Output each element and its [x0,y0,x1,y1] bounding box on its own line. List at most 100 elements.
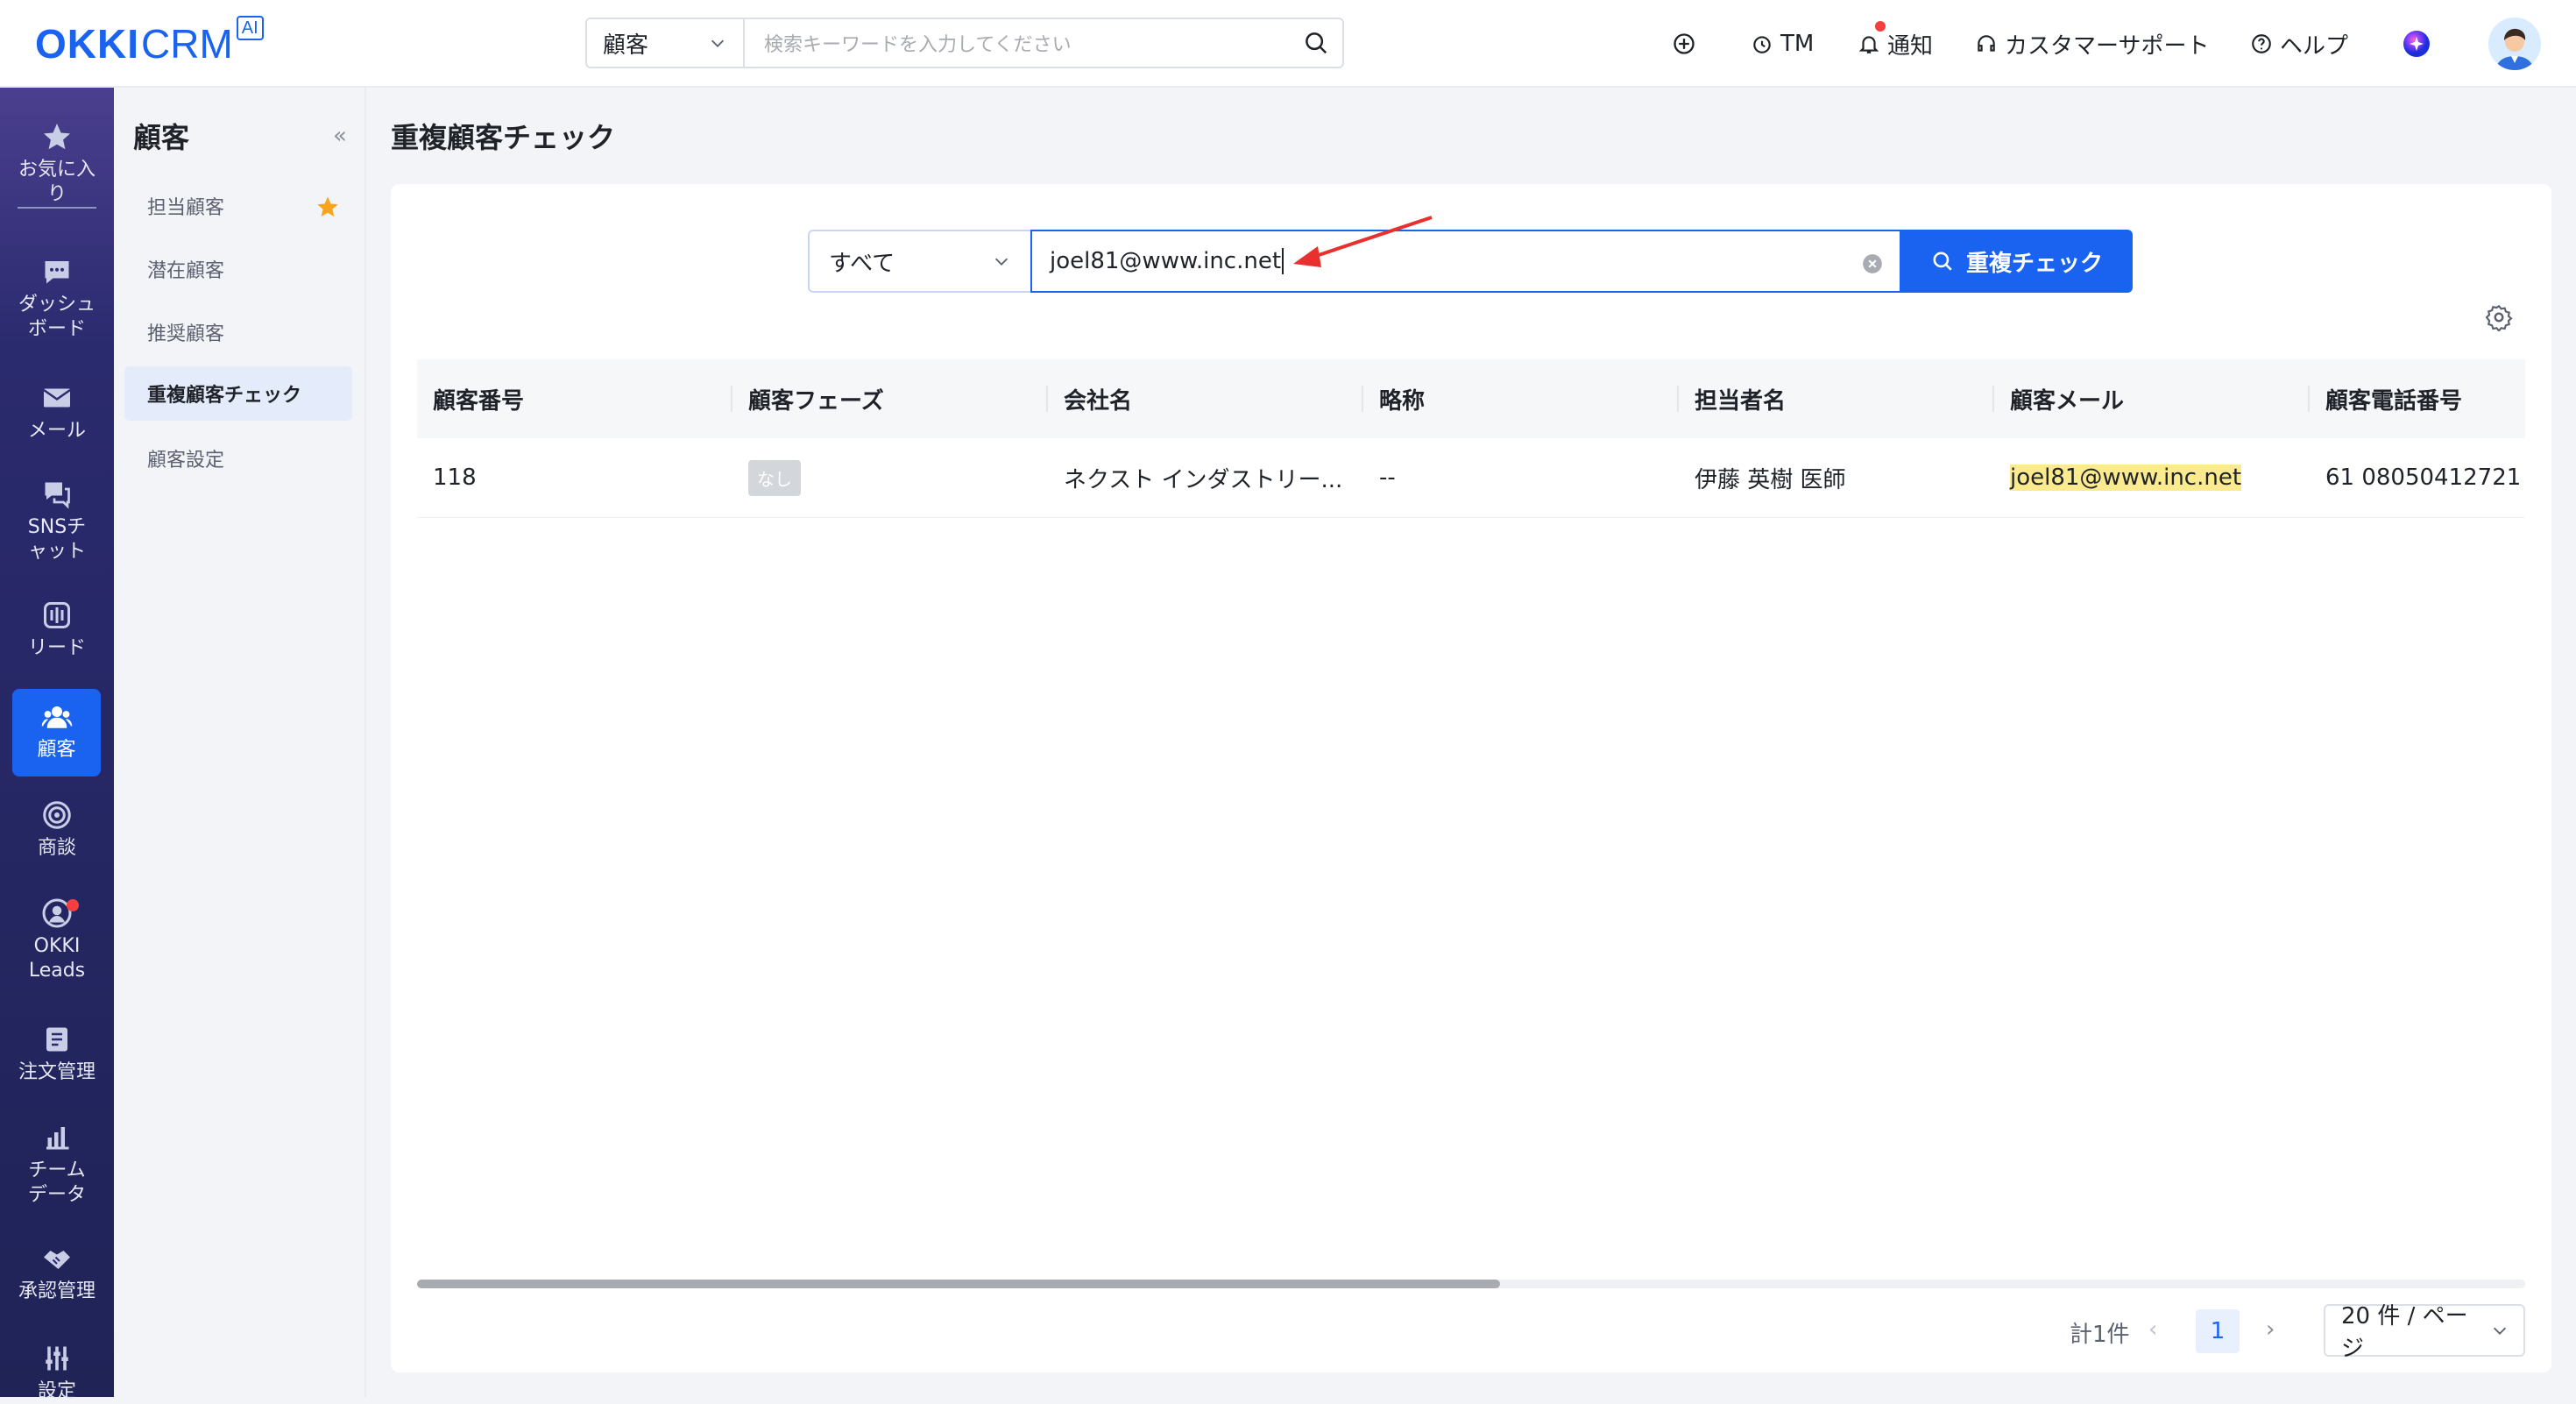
annotation-arrow [1293,216,1433,267]
cell-company-name[interactable]: ネクスト インダストリー... [1048,438,1363,517]
help-label: ヘルプ [2280,32,2349,60]
page-title: 重複顧客チェック [391,121,616,154]
rail-item-sns-chat[interactable]: SNSチャット [0,479,114,564]
subnav-label-potential-customers: 潜在顧客 [147,260,225,282]
table-header-row: 顧客番号 顧客フェーズ 会社名 略称 担当者名 顧客メール 顧客電話番号 [417,359,2525,438]
horizontal-scrollbar[interactable] [417,1280,2525,1288]
email-match-highlight: joel81@www.inc.net [2010,464,2242,491]
pagination-total: 計1件 [2070,1322,2130,1348]
rail-item-customer[interactable]: 顧客 [12,689,101,776]
sns-chat-icon [45,482,70,509]
rail-label-favorites: お気に入り [18,158,96,209]
column-header-customer-phone[interactable]: 顧客電話番号 [2310,359,2525,438]
collapse-sidebar-button[interactable]: « [333,123,347,149]
column-header-customer-email[interactable]: 顧客メール [1994,359,2310,438]
help-button[interactable]: ヘルプ [2250,23,2348,65]
customer-support-button[interactable]: カスタマーサポート [1975,23,2209,65]
rail-label-dashboard: ダッシュボード [18,294,96,340]
search-icon[interactable] [1290,30,1342,56]
rail-item-approval[interactable]: 承認管理 [0,1243,114,1304]
chevron-right-icon[interactable]: › [2266,1316,2275,1343]
okki-leads-notification-dot [67,899,79,911]
rail-item-deals[interactable]: 商談 [0,799,114,861]
rail-item-orders[interactable]: 注文管理 [0,1024,114,1085]
global-search-bar: 顧客 検索キーワードを入力してください [585,18,1344,68]
subnav-item-assigned-customers[interactable]: 担当顧客 [124,179,352,233]
top-bar: OKKI CRM AI 顧客 検索キーワードを入力してください TM 通知 カス… [0,0,2576,88]
add-button[interactable] [1672,23,1703,65]
page-size-select[interactable]: 20 件 / ページ [2324,1303,2525,1362]
column-header-contact-name[interactable]: 担当者名 [1679,359,1994,438]
page-button-current[interactable]: 1 [2196,1309,2240,1353]
column-header-short-name[interactable]: 略称 [1363,359,1679,438]
cell-customer-phase: なし [732,438,1048,517]
rail-item-mail[interactable]: メール [0,382,114,443]
customer-support-label: カスタマーサポート [2005,32,2210,60]
table-row[interactable]: 118 なし ネクスト インダストリー... -- 伊藤 英樹 医師 joel8… [417,438,2525,518]
cell-short-name: -- [1379,464,1396,491]
horizontal-scrollbar-thumb[interactable] [417,1280,1500,1288]
logo-ai-badge: AI [236,16,264,40]
rail-item-team-data[interactable]: チームデータ [0,1122,114,1208]
ai-assistant-button[interactable] [2401,23,2439,65]
rail-label-orders: 注文管理 [18,1061,96,1083]
okki-crm-logo[interactable]: OKKI CRM AI [35,16,264,68]
duplicate-check-card: すべて joel81@www.inc.net 重複チェック 顧客番号 顧客フェー… [391,184,2551,1372]
global-search-input[interactable]: 検索キーワードを入力してください [745,29,1290,57]
customer-sub-navigation: 顧客 « 担当顧客 潜在顧客 推奨顧客 重複顧客チェック 顧客設定 [114,88,366,1397]
rail-label-okki-leads: OKKI Leads [28,935,86,982]
page-size-label: 20 件 / ページ [2341,1303,2468,1362]
tm-label: TM [1780,31,1815,57]
cell-contact-name: 伊藤 英樹 医師 [1695,466,1846,493]
user-avatar[interactable] [2488,18,2541,70]
table-settings-gear-icon[interactable] [2485,303,2513,331]
phase-badge: なし [748,459,801,496]
ai-orb-icon [2403,31,2430,57]
tm-button[interactable]: TM [1751,23,1814,65]
notification-button[interactable]: 通知 [1858,21,1933,65]
search-icon [1933,252,1952,271]
subnav-label-recommended-customers: 推奨顧客 [147,323,225,345]
clear-input-icon[interactable] [1861,252,1884,275]
rail-item-lead[interactable]: リード [0,599,114,661]
handshake-icon [44,1251,70,1269]
rail-item-favorites[interactable]: お気に入り [0,121,114,209]
subnav-label-customer-settings: 顧客設定 [147,450,225,472]
notification-dot [1875,21,1886,32]
bar-chart-icon [46,1127,69,1150]
bell-icon [1858,36,1879,53]
cell-customer-number: 118 [433,464,477,491]
global-search-scope-select[interactable]: 顧客 [587,19,745,67]
logo-text-okki: OKKI [35,21,139,67]
global-search-scope-label: 顧客 [603,32,649,59]
subnav-label-assigned-customers: 担当顧客 [147,197,225,219]
order-document-icon [46,1027,67,1052]
rail-label-team-data: チームデータ [27,1159,86,1206]
sliders-icon [46,1346,68,1371]
subnav-title: 顧客 [133,121,190,154]
logo-text-crm: CRM [141,21,233,67]
duplicate-check-button-label: 重複チェック [1965,250,2103,277]
column-header-customer-number[interactable]: 顧客番号 [417,359,732,438]
cell-customer-email: joel81@www.inc.net [1994,438,2310,517]
chevron-left-icon[interactable]: ‹ [2148,1316,2157,1343]
duplicate-results-table: 顧客番号 顧客フェーズ 会社名 略称 担当者名 顧客メール 顧客電話番号 118… [417,359,2525,518]
subnav-item-potential-customers[interactable]: 潜在顧客 [124,242,352,296]
rail-item-settings[interactable]: 設定 [0,1343,114,1404]
chevron-down-icon [711,39,725,47]
duplicate-check-button[interactable]: 重複チェック [1901,230,2133,293]
subnav-item-customer-settings[interactable]: 顧客設定 [124,431,352,486]
rail-item-dashboard[interactable]: ダッシュボード [0,256,114,342]
rail-label-approval: 承認管理 [18,1280,96,1302]
subnav-item-duplicate-check[interactable]: 重複顧客チェック [124,366,352,421]
rail-label-settings: 設定 [37,1380,76,1402]
column-header-company-name[interactable]: 会社名 [1048,359,1363,438]
chevron-down-icon [2493,1327,2507,1335]
subnav-item-recommended-customers[interactable]: 推奨顧客 [124,305,352,359]
cell-customer-phone: 61 08050412721 [2325,464,2522,491]
column-header-customer-phase[interactable]: 顧客フェーズ [732,359,1048,438]
target-icon [43,801,71,829]
rail-item-okki-leads[interactable]: OKKI Leads [0,897,114,983]
favorite-star-icon[interactable] [315,195,340,219]
plus-circle-icon [1674,33,1695,54]
